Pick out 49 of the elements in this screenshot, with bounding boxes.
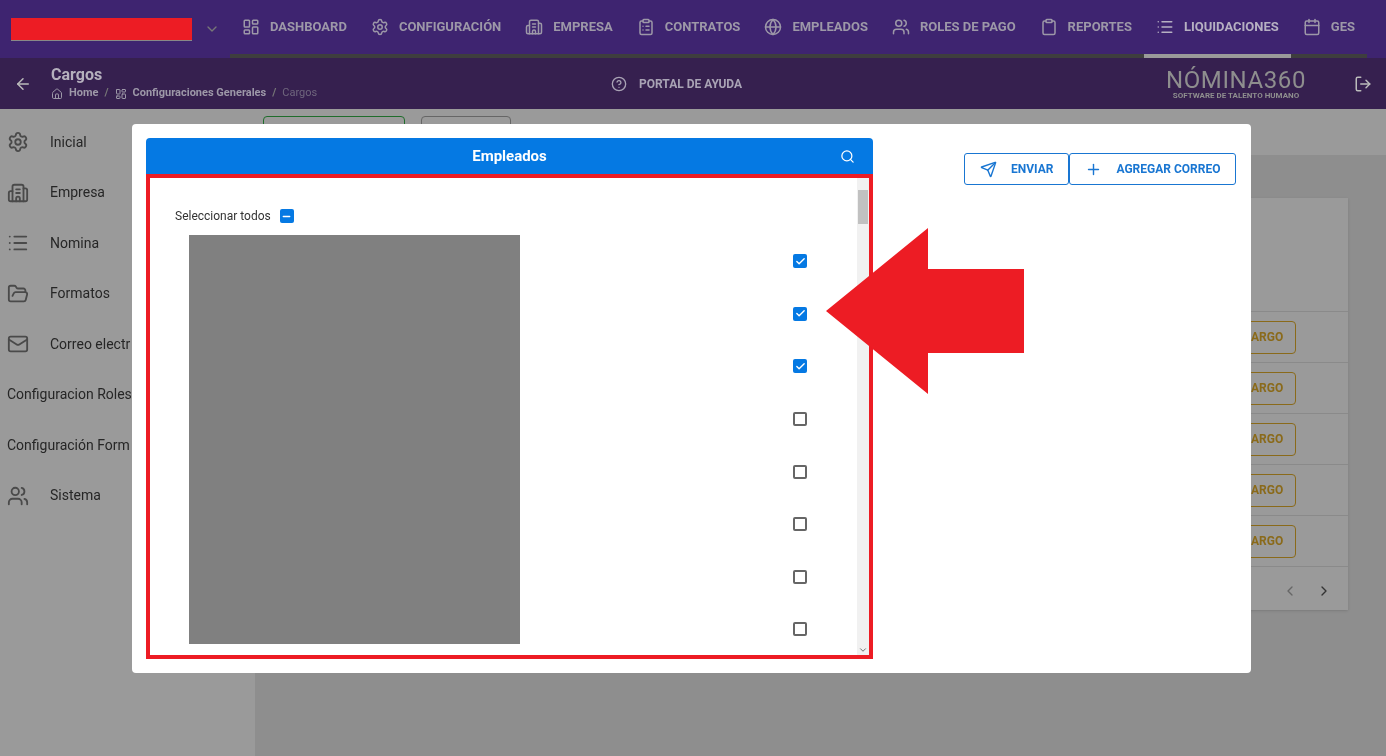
page-title: Cargos — [51, 65, 104, 86]
breadcrumb-separator: / — [104, 85, 109, 102]
sidebar-item[interactable]: Formatos — [0, 268, 255, 319]
send-button[interactable]: ENVIAR — [964, 153, 1070, 185]
globe-icon — [764, 18, 783, 36]
check-icon — [794, 255, 806, 267]
help-link[interactable]: PORTAL DE AYUDA — [611, 74, 743, 93]
calendar-icon — [1302, 18, 1321, 36]
send-icon — [980, 160, 997, 178]
people-icon — [7, 484, 29, 507]
select-all-label: Seleccionar todos — [175, 208, 271, 225]
building-icon — [525, 18, 544, 36]
row-checkbox[interactable] — [793, 464, 807, 479]
row-checkbox[interactable] — [793, 412, 807, 427]
row-checkbox[interactable] — [793, 359, 807, 374]
people-icon — [891, 18, 910, 36]
panel-title: Empleados — [472, 145, 547, 167]
breadcrumb-link[interactable]: Home — [69, 85, 99, 102]
dashboard-icon — [242, 18, 260, 36]
row-checkbox[interactable] — [793, 622, 807, 637]
logo-tagline: SOFTWARE DE TALENTO HUMANO — [1172, 91, 1300, 100]
sidebar-item[interactable]: Correo electr — [0, 319, 255, 370]
sidebar-item[interactable]: Sistema — [0, 470, 255, 521]
row-checkbox[interactable] — [793, 254, 807, 269]
home-icon — [51, 87, 63, 100]
clipboard-icon — [1039, 18, 1058, 36]
help-icon — [611, 75, 627, 92]
breadcrumb-current: Cargos — [282, 85, 318, 102]
check-icon — [794, 361, 806, 372]
breadcrumb-separator: / — [272, 85, 277, 102]
clipboard-icon — [636, 18, 655, 36]
logo-text: NÓMINA360 — [1166, 67, 1306, 92]
row-checkbox[interactable] — [793, 569, 807, 584]
folder-icon — [7, 282, 29, 305]
scrollbar-thumb[interactable] — [858, 190, 868, 224]
row-checkbox[interactable] — [793, 517, 807, 532]
sidebar-item[interactable]: Inicial — [0, 117, 255, 168]
logout-icon[interactable] — [1354, 74, 1372, 93]
breadcrumb-link[interactable]: Configuraciones Generales — [132, 85, 267, 102]
search-icon[interactable] — [840, 148, 855, 164]
scroll-down-icon[interactable] — [858, 645, 868, 655]
list-icon — [1155, 18, 1174, 36]
dashboard-icon — [114, 87, 127, 100]
select-all-checkbox[interactable] — [279, 209, 294, 223]
row-checkbox[interactable] — [793, 306, 807, 321]
settings-icon — [370, 18, 389, 36]
building-icon — [7, 181, 29, 204]
add-email-button[interactable]: AGREGAR CORREO — [1069, 153, 1237, 185]
settings-icon — [7, 131, 29, 154]
